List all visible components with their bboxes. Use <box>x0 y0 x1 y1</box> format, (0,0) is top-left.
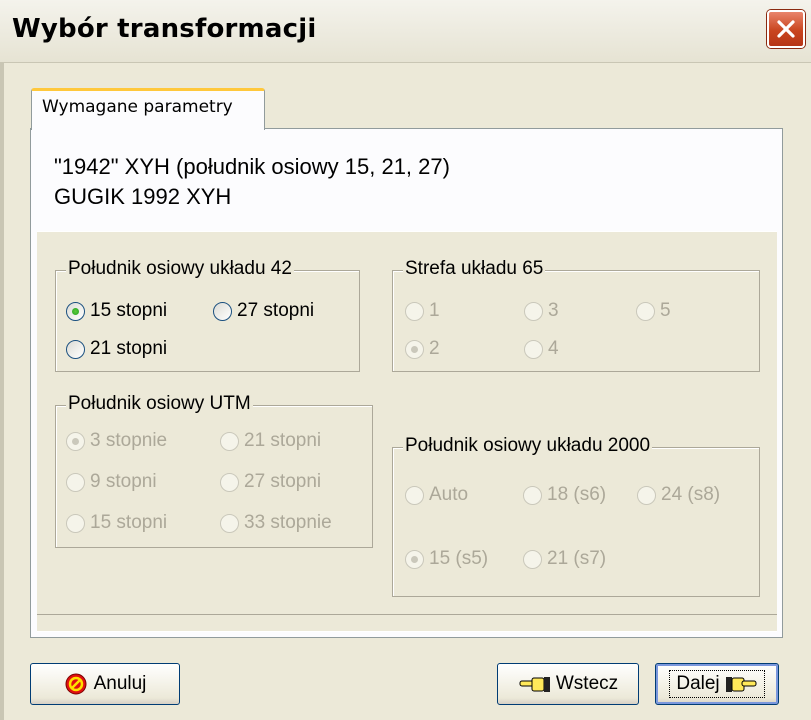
radio-button[interactable] <box>405 301 424 321</box>
radio-utm-21[interactable]: 21 stopni <box>220 430 321 452</box>
source-system-text: "1942" XYH (południk osiowy 15, 21, 27) <box>54 154 450 179</box>
next-label: Dalej <box>676 673 720 694</box>
radio-utm-3[interactable]: 3 stopnie <box>66 430 167 452</box>
radio-label: Auto <box>429 484 469 505</box>
radio-65-3[interactable]: 3 <box>524 300 559 322</box>
focus-rect: Dalej <box>669 670 765 698</box>
window-border <box>0 62 4 720</box>
radio-label: 1 <box>429 300 440 321</box>
hand-pointing-right-icon <box>725 677 757 692</box>
radio-button[interactable] <box>220 513 239 533</box>
radio-2000-21[interactable]: 21 (s7) <box>523 548 606 570</box>
transformation-description: "1942" XYH (południk osiowy 15, 21, 27) … <box>54 152 450 212</box>
cancel-button[interactable]: Anuluj <box>30 663 180 705</box>
radio-2000-24[interactable]: 24 (s8) <box>637 484 720 506</box>
radio-2000-15[interactable]: 15 (s5) <box>405 548 488 570</box>
radio-label: 21 stopni <box>244 430 322 451</box>
group-legend: Strefa układu 65 <box>403 258 546 280</box>
radio-label: 3 stopnie <box>90 430 168 451</box>
radio-button[interactable] <box>220 431 239 451</box>
radio-button[interactable] <box>636 301 655 321</box>
radio-label: 21 stopni <box>90 338 168 359</box>
radio-65-2[interactable]: 2 <box>405 338 440 360</box>
stop-icon <box>65 673 87 695</box>
radio-65-1[interactable]: 1 <box>405 300 440 322</box>
radio-label: 4 <box>548 338 559 359</box>
radio-button[interactable] <box>524 339 543 359</box>
radio-label: 3 <box>548 300 559 321</box>
hand-pointing-left-icon <box>519 677 550 692</box>
group-legend: Południk osiowy układu 2000 <box>403 435 653 457</box>
radio-2000-auto[interactable]: Auto <box>405 484 468 506</box>
radio-button[interactable] <box>637 485 656 505</box>
radio-65-4[interactable]: 4 <box>524 338 559 360</box>
radio-label: 33 stopnie <box>244 512 332 533</box>
radio-2000-18[interactable]: 18 (s6) <box>523 484 606 506</box>
radio-label: 15 stopni <box>90 300 168 321</box>
group-legend: Południk osiowy układu 42 <box>66 258 294 280</box>
back-button[interactable]: Wstecz <box>497 663 639 705</box>
radio-label: 9 stopni <box>90 471 157 492</box>
radio-label: 5 <box>660 300 671 321</box>
cancel-label: Anuluj <box>93 673 147 694</box>
radio-label: 15 stopni <box>90 512 168 533</box>
close-button[interactable] <box>767 10 805 48</box>
radio-utm-15[interactable]: 15 stopni <box>66 512 167 534</box>
divider <box>37 614 777 633</box>
radio-button[interactable] <box>213 301 232 321</box>
radio-label: 15 (s5) <box>429 548 489 569</box>
radio-label: 21 (s7) <box>547 548 607 569</box>
radio-button[interactable] <box>523 485 542 505</box>
radio-65-5[interactable]: 5 <box>636 300 671 322</box>
title-bar[interactable]: Wybór transformacji <box>0 0 811 63</box>
next-button[interactable]: Dalej <box>655 663 779 705</box>
radio-button-checked[interactable] <box>405 339 424 359</box>
group-legend: Południk osiowy UTM <box>66 393 253 415</box>
radio-button-checked[interactable] <box>405 549 424 569</box>
radio-button[interactable] <box>405 485 424 505</box>
radio-42-15[interactable]: 15 stopni <box>66 300 167 322</box>
radio-42-27[interactable]: 27 stopni <box>213 300 314 322</box>
radio-utm-9[interactable]: 9 stopni <box>66 471 157 493</box>
radio-label: 2 <box>429 338 440 359</box>
radio-button[interactable] <box>524 301 543 321</box>
tab-label: Wymagane parametry <box>42 97 233 117</box>
radio-button[interactable] <box>66 513 85 533</box>
radio-label: 27 stopni <box>244 471 322 492</box>
group-system-2000: Południk osiowy układu 2000 <box>392 435 760 597</box>
radio-button-checked[interactable] <box>66 431 85 451</box>
radio-utm-27[interactable]: 27 stopni <box>220 471 321 493</box>
back-label: Wstecz <box>555 673 619 694</box>
radio-label: 27 stopni <box>237 300 315 321</box>
radio-button[interactable] <box>66 472 85 492</box>
target-system-text: GUGIK 1992 XYH <box>54 184 232 209</box>
radio-button[interactable] <box>220 472 239 492</box>
radio-button[interactable] <box>66 339 85 359</box>
radio-label: 24 (s8) <box>661 484 721 505</box>
radio-42-21[interactable]: 21 stopni <box>66 338 167 360</box>
group-zone-65: Strefa układu 65 <box>392 258 760 372</box>
close-icon <box>777 20 795 38</box>
tab-required-parameters[interactable]: Wymagane parametry <box>31 88 265 130</box>
window-title: Wybór transformacji <box>12 14 317 44</box>
radio-label: 18 (s6) <box>547 484 607 505</box>
radio-button-checked[interactable] <box>66 301 85 321</box>
radio-utm-33[interactable]: 33 stopnie <box>220 512 332 534</box>
radio-button[interactable] <box>523 549 542 569</box>
